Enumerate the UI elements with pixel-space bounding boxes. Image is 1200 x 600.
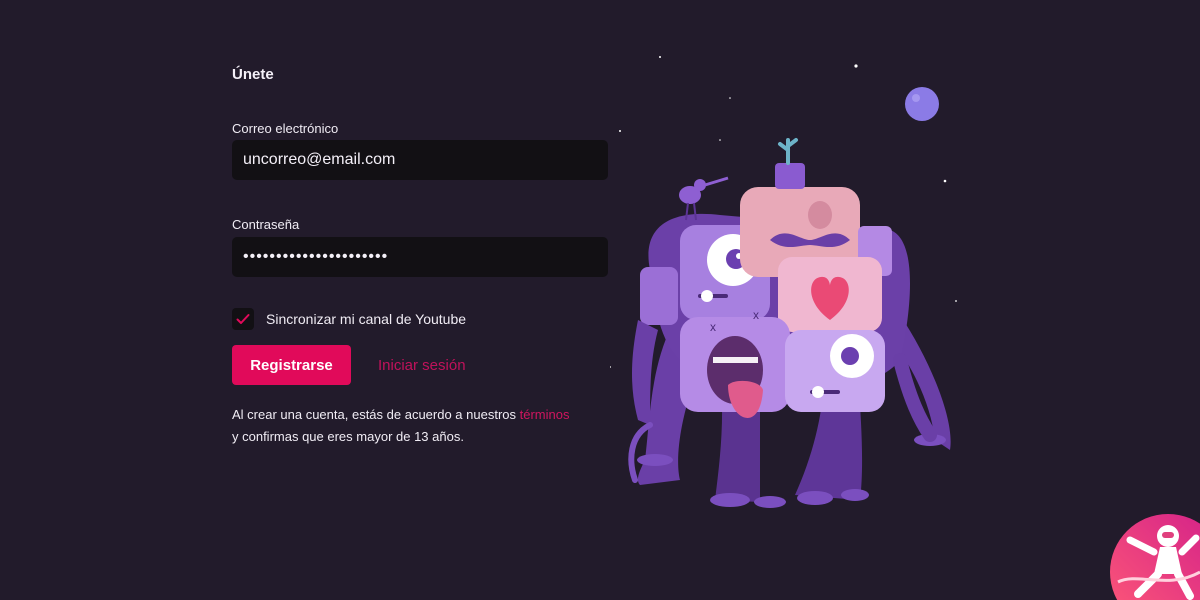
legal-line-1: Al crear una cuenta, estás de acuerdo a … [232, 407, 517, 422]
svg-text:x: x [753, 308, 759, 322]
legal-text: Al crear una cuenta, estás de acuerdo a … [232, 404, 652, 448]
sync-youtube-checkbox[interactable] [232, 308, 254, 330]
terms-link[interactable]: términos [520, 407, 570, 422]
legal-line-2: y confirmas que eres mayor de 13 años. [232, 429, 464, 444]
sync-youtube-row[interactable]: Sincronizar mi canal de Youtube [232, 308, 466, 330]
monster-stack-illustration: x x [610, 56, 957, 508]
login-link[interactable]: Iniciar sesión [378, 357, 466, 374]
email-label: Correo electrónico [232, 121, 339, 136]
password-field[interactable]: •••••••••••••••••••••• [232, 237, 608, 277]
checkmark-icon [236, 314, 250, 324]
moon-icon [905, 87, 939, 121]
password-label: Contraseña [232, 217, 300, 232]
astronaut-badge-icon [1110, 514, 1200, 600]
page-title: Únete [232, 66, 274, 83]
sync-youtube-label: Sincronizar mi canal de Youtube [266, 311, 467, 327]
register-button[interactable]: Registrarse [232, 345, 351, 385]
svg-text:x: x [710, 320, 716, 334]
email-field[interactable] [232, 140, 608, 180]
